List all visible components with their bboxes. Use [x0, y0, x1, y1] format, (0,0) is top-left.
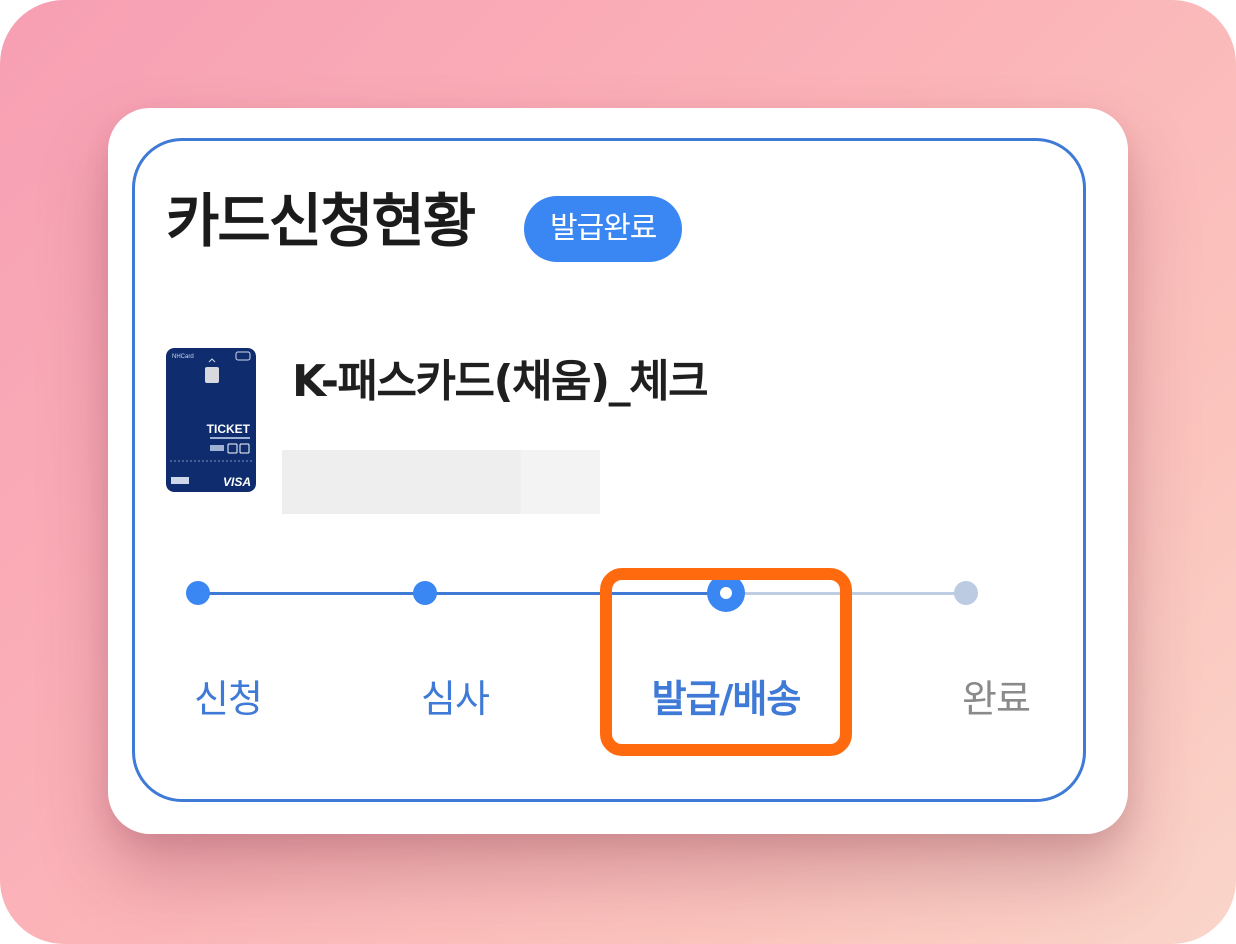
- screenshot-frame: 카드신청현황 발급완료 NHCard TICKET VISA K-패스카드(채움…: [0, 0, 1236, 944]
- chip-icon: [205, 367, 219, 383]
- barcode-icon: [171, 477, 189, 484]
- page-title: 카드신청현황: [166, 187, 476, 255]
- card-image: NHCard TICKET VISA: [166, 348, 256, 492]
- card-issuer-text: NHCard: [172, 354, 194, 360]
- step-label-complete: 완료: [962, 677, 1031, 721]
- card-ticket-text: TICKET: [207, 422, 251, 436]
- application-status-card: 카드신청현황 발급완료 NHCard TICKET VISA K-패스카드(채움…: [108, 108, 1128, 834]
- step-dot-complete: [954, 581, 978, 605]
- progress-track: [186, 574, 978, 612]
- step-label-apply: 신청: [194, 677, 263, 721]
- step-dot-review: [413, 581, 437, 605]
- step-dot-apply: [186, 581, 210, 605]
- visa-logo: VISA: [223, 475, 251, 489]
- status-badge: 발급완료: [524, 196, 683, 262]
- current-step-highlight: [600, 568, 852, 756]
- card-name: K-패스카드(채움)_체크: [292, 356, 709, 407]
- masked-card-number: [282, 450, 600, 514]
- step-label-review: 심사: [421, 677, 490, 721]
